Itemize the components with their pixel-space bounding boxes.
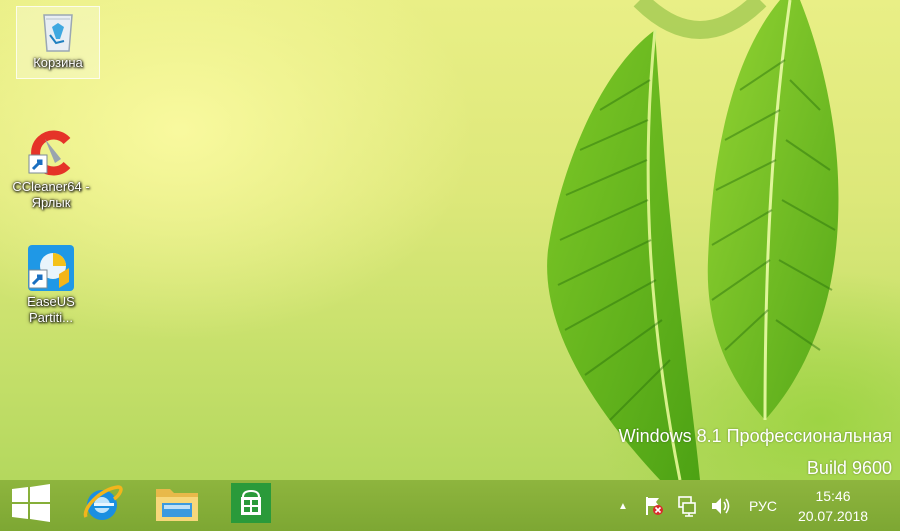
desktop-icon-ccleaner[interactable]: CCleaner64 - Ярлык (8, 125, 94, 211)
desktop-icon-label: Корзина (33, 55, 83, 70)
easeus-partition-icon (27, 244, 75, 292)
clock-date: 20.07.2018 (797, 508, 869, 524)
taskbar-file-explorer[interactable] (148, 480, 206, 531)
desktop[interactable]: Корзина CCleaner64 - Ярлык EaseUS Partit… (0, 0, 900, 480)
taskbar-store[interactable] (226, 480, 276, 531)
clock[interactable]: 15:46 20.07.2018 (788, 486, 878, 526)
windows-edition-watermark: Windows 8.1 Профессиональная (618, 426, 892, 446)
desktop-icon-recycle-bin[interactable]: Корзина (16, 6, 100, 79)
file-explorer-icon (154, 483, 200, 528)
input-language-indicator[interactable]: РУС (742, 494, 784, 518)
desktop-icon-easeus[interactable]: EaseUS Partiti... (8, 240, 94, 326)
start-button[interactable] (0, 480, 62, 531)
recycle-bin-icon (38, 9, 78, 53)
taskbar: ▲ РУС 15:46 20.07.2018 (0, 480, 900, 531)
taskbar-internet-explorer[interactable] (74, 480, 130, 531)
volume-icon[interactable] (706, 494, 734, 518)
clock-time: 15:46 (815, 488, 851, 504)
show-hidden-icons-button[interactable]: ▲ (612, 494, 634, 518)
windows-build-watermark: Build 9600 (806, 458, 892, 478)
desktop-icon-label: CCleaner64 - Ярлык (12, 179, 90, 210)
ccleaner-icon (27, 129, 75, 177)
store-icon (231, 483, 271, 528)
wallpaper-leaves (547, 0, 839, 480)
internet-explorer-icon (80, 481, 124, 530)
desktop-icon-label: EaseUS Partiti... (27, 294, 75, 325)
action-center-flag-icon[interactable] (640, 494, 668, 518)
network-icon[interactable] (674, 494, 702, 518)
windows-logo-icon (11, 484, 51, 527)
